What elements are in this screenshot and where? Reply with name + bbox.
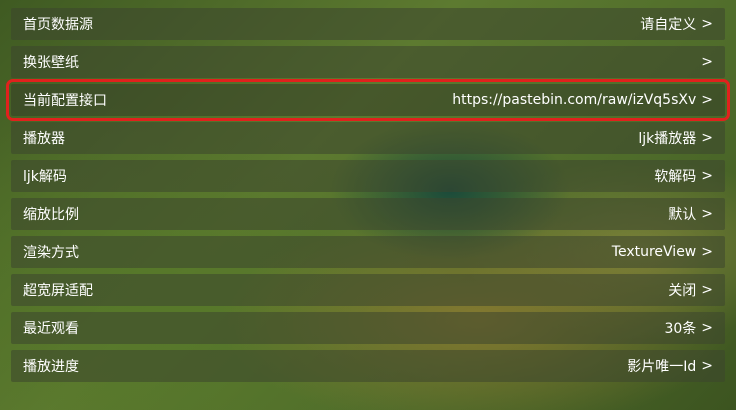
chevron-right-icon: > [701,54,713,70]
setting-recent-watch[interactable]: 最近观看 30条 > [11,312,725,344]
setting-label: 最近观看 [23,321,79,337]
setting-render-mode[interactable]: 渲染方式 TextureView > [11,236,725,268]
chevron-right-icon: > [701,320,713,336]
chevron-right-icon: > [701,358,713,374]
setting-value: 默认 [668,207,697,223]
setting-value: 关闭 [668,283,697,299]
chevron-right-icon: > [701,16,713,32]
chevron-right-icon: > [701,244,713,260]
setting-value: TextureView [611,244,697,260]
chevron-right-icon: > [701,282,713,298]
settings-list: 首页数据源 请自定义 > 换张壁纸 > 当前配置接口 https://paste… [6,8,730,388]
setting-label: 超宽屏适配 [23,283,93,299]
setting-player[interactable]: 播放器 ljk播放器 > [11,122,725,154]
setting-playback-progress[interactable]: 播放进度 影片唯一Id > [11,350,725,382]
chevron-right-icon: > [701,92,713,108]
setting-value: 影片唯一Id [627,359,697,375]
setting-home-data-source[interactable]: 首页数据源 请自定义 > [11,8,725,40]
settings-screen: 首页数据源 请自定义 > 换张壁纸 > 当前配置接口 https://paste… [0,0,736,410]
setting-ultrawide-adapt[interactable]: 超宽屏适配 关闭 > [11,274,725,306]
setting-label: 播放进度 [23,359,79,375]
setting-value: ljk播放器 [638,131,697,147]
setting-label: ljk解码 [23,169,67,185]
setting-change-wallpaper[interactable]: 换张壁纸 > [11,46,725,78]
chevron-right-icon: > [701,168,713,184]
setting-current-config-api[interactable]: 当前配置接口 https://pastebin.com/raw/izVq5sXv… [6,79,730,121]
setting-label: 当前配置接口 [23,93,107,109]
setting-value: 请自定义 [640,17,697,33]
chevron-right-icon: > [701,206,713,222]
setting-ijk-decoding[interactable]: ljk解码 软解码 > [11,160,725,192]
setting-value: https://pastebin.com/raw/izVq5sXv [452,92,697,108]
setting-label: 换张壁纸 [23,55,79,71]
setting-label: 播放器 [23,131,65,147]
setting-label: 首页数据源 [23,17,93,33]
setting-scale-ratio[interactable]: 缩放比例 默认 > [11,198,725,230]
setting-value: 30条 [664,321,697,337]
setting-value: 软解码 [654,169,697,185]
setting-label: 缩放比例 [23,207,79,223]
setting-label: 渲染方式 [23,245,79,261]
chevron-right-icon: > [701,130,713,146]
